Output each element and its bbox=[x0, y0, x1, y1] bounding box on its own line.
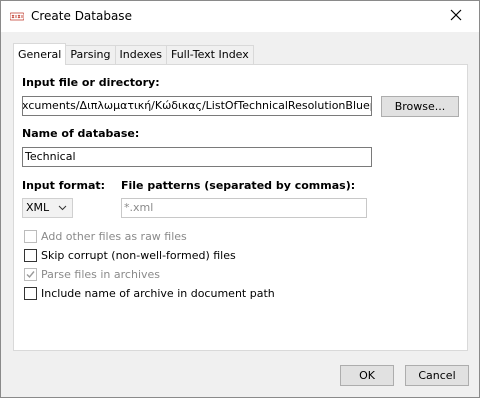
close-button[interactable] bbox=[433, 1, 479, 32]
ok-button[interactable]: OK bbox=[340, 365, 394, 386]
title-bar[interactable]: Create Database bbox=[1, 1, 479, 32]
option-add-raw-files[interactable]: Add other files as raw files bbox=[24, 229, 187, 243]
input-path-value: xcuments/Διπλωματική/Κώδικας/ListOfTechn… bbox=[22, 99, 372, 112]
file-patterns-label: File patterns (separated by commas): bbox=[121, 179, 356, 192]
option-parse-archives[interactable]: Parse files in archives bbox=[24, 267, 160, 281]
browse-button[interactable]: Browse... bbox=[381, 96, 459, 117]
skip-corrupt-label: Skip corrupt (non-well-formed) files bbox=[41, 248, 236, 262]
input-format-value: XML bbox=[26, 201, 50, 214]
tab-full-text-index[interactable]: Full-Text Index bbox=[165, 45, 254, 65]
option-include-archive-name[interactable]: Include name of archive in document path bbox=[24, 286, 275, 300]
file-patterns-value: *.xml bbox=[124, 201, 154, 214]
close-icon bbox=[450, 9, 462, 24]
include-archive-name-label: Include name of archive in document path bbox=[41, 286, 275, 300]
tab-parsing[interactable]: Parsing bbox=[65, 45, 116, 65]
database-name-value: Technical bbox=[25, 150, 76, 163]
ok-button-label: OK bbox=[359, 369, 375, 382]
add-raw-files-checkbox[interactable] bbox=[24, 229, 37, 243]
file-patterns-field[interactable]: *.xml bbox=[121, 198, 367, 218]
cancel-button-label: Cancel bbox=[418, 369, 456, 382]
tab-indexes[interactable]: Indexes bbox=[114, 45, 167, 65]
parse-archives-checkbox[interactable] bbox=[24, 267, 37, 281]
database-name-field[interactable]: Technical bbox=[22, 147, 372, 167]
create-database-dialog: Create Database General Parsing Indexes … bbox=[0, 0, 480, 398]
include-archive-name-checkbox[interactable] bbox=[24, 286, 37, 300]
skip-corrupt-checkbox[interactable] bbox=[24, 248, 37, 262]
input-format-label: Input format: bbox=[22, 179, 106, 192]
input-path-field[interactable]: xcuments/Διπλωματική/Κώδικας/ListOfTechn… bbox=[22, 96, 372, 116]
option-skip-corrupt[interactable]: Skip corrupt (non-well-formed) files bbox=[24, 248, 236, 262]
cancel-button[interactable]: Cancel bbox=[405, 365, 469, 386]
window-title: Create Database bbox=[31, 9, 132, 23]
input-path-label: Input file or directory: bbox=[22, 76, 160, 89]
chevron-down-icon bbox=[58, 200, 67, 222]
tab-general[interactable]: General bbox=[13, 43, 67, 65]
tab-bar: General Parsing Indexes Full-Text Index bbox=[13, 43, 254, 65]
database-name-label: Name of database: bbox=[22, 127, 140, 140]
input-format-select[interactable]: XML bbox=[22, 198, 73, 218]
parse-archives-label: Parse files in archives bbox=[41, 267, 161, 281]
basex-app-icon bbox=[9, 12, 25, 21]
general-panel: Input file or directory: xcuments/Διπλωμ… bbox=[13, 64, 468, 351]
add-raw-files-label: Add other files as raw files bbox=[41, 229, 187, 243]
browse-button-label: Browse... bbox=[394, 100, 446, 113]
checkmark-icon bbox=[26, 270, 35, 278]
